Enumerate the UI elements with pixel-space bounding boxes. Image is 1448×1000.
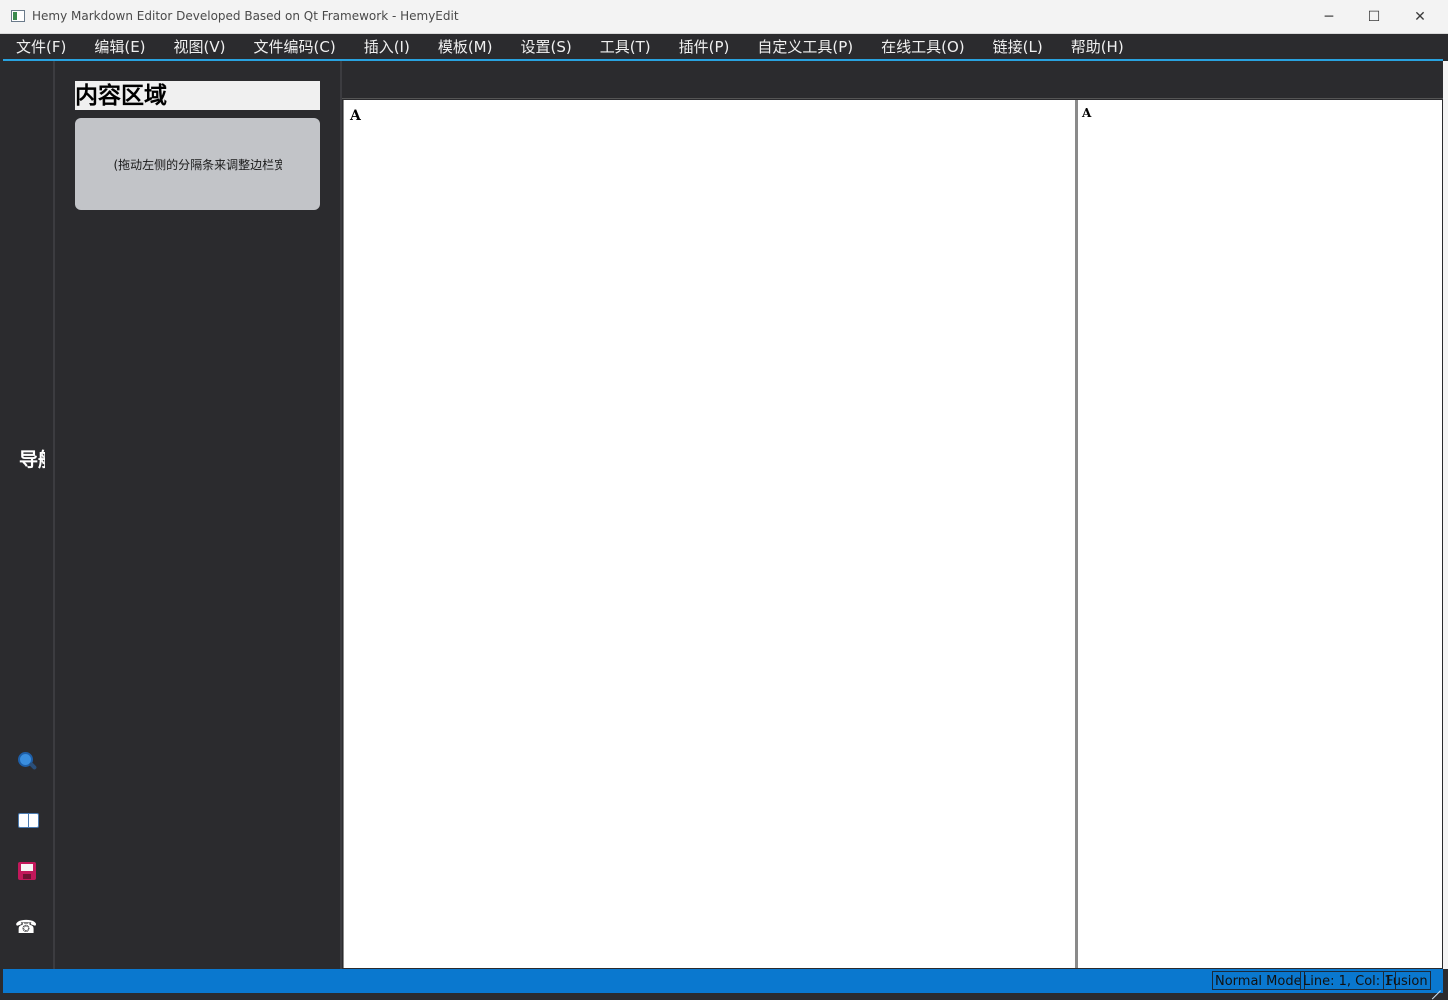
window-right-border	[1443, 61, 1448, 969]
book-icon[interactable]	[17, 810, 39, 832]
sidebar-hint-card: (拖动左侧的分隔条来调整边栏宽度)	[75, 118, 320, 210]
menu-tools[interactable]: 工具(T)	[600, 36, 651, 57]
phone-icon[interactable]: ☎	[15, 917, 37, 939]
menu-custom-tools[interactable]: 自定义工具(P)	[757, 36, 853, 57]
nav-rail-title: 导航	[19, 449, 45, 471]
status-mode: Normal Mode	[1212, 971, 1305, 990]
menu-plugins[interactable]: 插件(P)	[679, 36, 730, 57]
window-title: Hemy Markdown Editor Developed Based on …	[32, 9, 459, 23]
search-icon[interactable]	[17, 751, 39, 773]
menu-view[interactable]: 视图(V)	[174, 36, 226, 57]
preview-content: A	[1082, 106, 1092, 120]
menu-template[interactable]: 模板(M)	[438, 36, 493, 57]
sidebar-hint-text: (拖动左侧的分隔条来调整边栏宽度)	[113, 157, 282, 172]
editor-toolbar	[342, 61, 1443, 99]
maximize-button[interactable]: ☐	[1351, 0, 1397, 33]
resize-grip-icon[interactable]	[1429, 979, 1441, 991]
menu-edit[interactable]: 编辑(E)	[94, 36, 145, 57]
menu-settings[interactable]: 设置(S)	[520, 36, 571, 57]
status-bar: Normal Mode Line: 1, Col: 1 Fusion	[3, 969, 1443, 993]
editor-content: A	[350, 108, 361, 124]
menu-insert[interactable]: 插入(I)	[364, 36, 410, 57]
menu-bar: 文件(F) 编辑(E) 视图(V) 文件编码(C) 插入(I) 模板(M) 设置…	[3, 34, 1443, 61]
preview-pane[interactable]: A	[1078, 100, 1442, 968]
minimize-button[interactable]: ─	[1306, 0, 1352, 33]
markdown-editor[interactable]: A	[343, 100, 1075, 968]
status-style: Fusion	[1383, 971, 1431, 990]
menu-links[interactable]: 链接(L)	[993, 36, 1043, 57]
app-icon	[11, 10, 25, 22]
close-button[interactable]: ✕	[1397, 0, 1443, 33]
sidebar-panel: 内容区域 (拖动左侧的分隔条来调整边栏宽度)	[55, 61, 342, 969]
nav-rail: 导航 ☎	[3, 61, 55, 969]
status-cursor-position: Line: 1, Col: 1	[1300, 971, 1396, 990]
title-bar: Hemy Markdown Editor Developed Based on …	[0, 0, 1448, 34]
minimize-icon: ─	[1324, 8, 1334, 25]
menu-file[interactable]: 文件(F)	[16, 36, 66, 57]
close-icon: ✕	[1414, 8, 1426, 25]
save-icon[interactable]	[18, 862, 40, 884]
menu-online-tools[interactable]: 在线工具(O)	[881, 36, 965, 57]
menu-encoding[interactable]: 文件编码(C)	[254, 36, 336, 57]
maximize-icon: ☐	[1367, 8, 1381, 25]
content-area-title: 内容区域	[75, 81, 320, 110]
menu-help[interactable]: 帮助(H)	[1071, 36, 1124, 57]
